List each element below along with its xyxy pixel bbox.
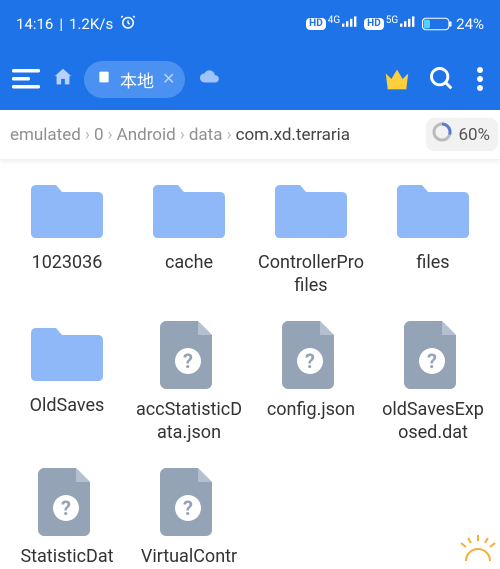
- svg-text:?: ?: [183, 496, 193, 520]
- status-time: 14:16: [16, 15, 53, 33]
- more-button[interactable]: [472, 65, 488, 93]
- file-icon: ?: [149, 319, 229, 389]
- file-grid: 1023036 cache ControllerProfiles files OldSa…: [0, 160, 500, 569]
- svg-text:?: ?: [183, 349, 193, 373]
- item-label: oldSavesExposed.dat: [377, 399, 489, 444]
- file-item[interactable]: ? VirtualContr: [130, 466, 248, 569]
- file-item[interactable]: ? oldSavesExposed.dat: [374, 319, 492, 444]
- storage-pct: 60%: [458, 125, 490, 145]
- file-item[interactable]: ? accStatisticData.json: [130, 319, 248, 444]
- folder-icon: [27, 176, 107, 242]
- svg-text:?: ?: [427, 349, 437, 373]
- net-4g-label: 4G: [328, 15, 340, 26]
- cloud-icon[interactable]: [199, 66, 221, 92]
- item-label: OldSaves: [30, 395, 105, 418]
- folder-icon: [149, 176, 229, 242]
- search-button[interactable]: [428, 65, 456, 93]
- location-chip[interactable]: 本地 ✕: [84, 61, 185, 98]
- file-icon: ?: [271, 319, 351, 389]
- folder-item[interactable]: ControllerProfiles: [252, 176, 370, 297]
- menu-button[interactable]: [12, 67, 42, 91]
- battery-pct: 24%: [456, 15, 484, 33]
- chevron-right-icon: ›: [85, 125, 90, 145]
- folder-item[interactable]: 1023036: [8, 176, 126, 297]
- item-label: files: [416, 252, 449, 275]
- folder-icon: [393, 176, 473, 242]
- hd-badge-1: HD: [306, 18, 326, 30]
- file-icon: ?: [27, 466, 107, 536]
- folder-item[interactable]: files: [374, 176, 492, 297]
- item-label: VirtualContr: [141, 546, 237, 569]
- file-item[interactable]: ? config.json: [252, 319, 370, 444]
- svg-text:?: ?: [305, 349, 315, 373]
- net-5g-label: 5G: [386, 15, 398, 26]
- breadcrumb-item[interactable]: 0: [92, 123, 106, 147]
- sun-decoration-icon: [458, 535, 498, 565]
- item-label: cache: [165, 252, 213, 275]
- storage-icon: [96, 69, 112, 89]
- breadcrumb-item-current[interactable]: com.xd.terraria: [234, 123, 352, 147]
- battery-indicator: 24%: [422, 15, 484, 33]
- breadcrumb-item[interactable]: emulated: [8, 123, 83, 147]
- home-icon[interactable]: [52, 66, 74, 92]
- folder-icon: [27, 319, 107, 385]
- action-bar: 本地 ✕: [0, 48, 500, 110]
- hd-badge-2: HD: [364, 18, 384, 30]
- item-label: 1023036: [32, 252, 103, 275]
- chevron-right-icon: ›: [226, 125, 231, 145]
- chevron-right-icon: ›: [108, 125, 113, 145]
- file-icon: ?: [149, 466, 229, 536]
- status-bar: 14:16 | 1.2K/s HD 4G HD 5G 24%: [0, 0, 500, 48]
- file-icon: ?: [393, 319, 473, 389]
- status-net-speed: 1.2K/s: [69, 15, 113, 33]
- signal-bars-icon: [400, 15, 416, 33]
- breadcrumb-item[interactable]: data: [187, 123, 225, 147]
- breadcrumb-item[interactable]: Android: [115, 123, 178, 147]
- folder-item[interactable]: OldSaves: [8, 319, 126, 444]
- close-icon[interactable]: ✕: [162, 71, 175, 87]
- alarm-icon: [119, 13, 137, 35]
- item-label: accStatisticData.json: [133, 399, 245, 444]
- item-label: StatisticDat: [20, 546, 113, 569]
- folder-icon: [271, 176, 351, 242]
- file-item[interactable]: ? StatisticDat: [8, 466, 126, 569]
- breadcrumb: emulated › 0 › Android › data › com.xd.t…: [0, 110, 500, 160]
- chevron-right-icon: ›: [180, 125, 185, 145]
- crown-button[interactable]: [382, 64, 412, 94]
- signal-bars-icon: [342, 15, 358, 33]
- svg-text:?: ?: [61, 496, 71, 520]
- item-label: ControllerProfiles: [255, 252, 367, 297]
- folder-item[interactable]: cache: [130, 176, 248, 297]
- storage-indicator[interactable]: 60%: [426, 118, 498, 151]
- pie-chart-icon: [432, 122, 452, 147]
- item-label: config.json: [267, 399, 355, 422]
- location-chip-label: 本地: [120, 67, 154, 92]
